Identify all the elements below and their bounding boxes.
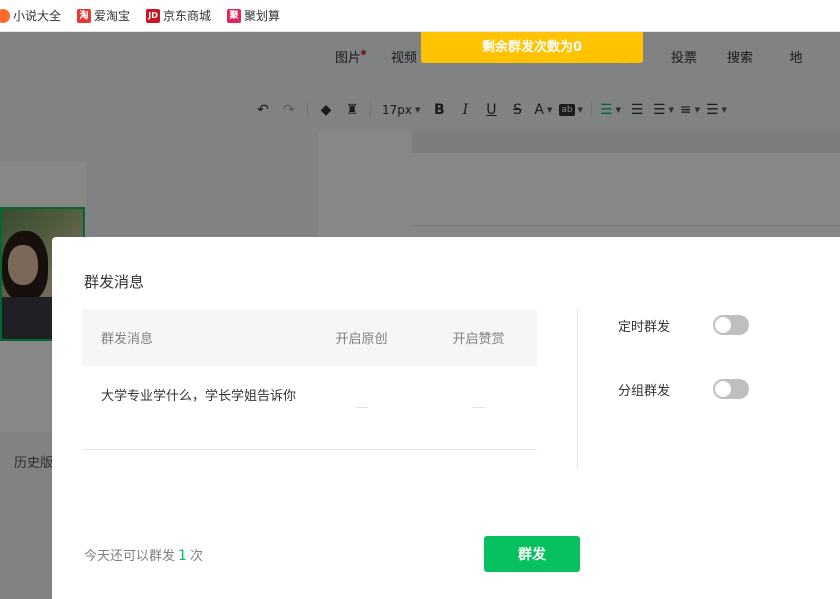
toggle-knob	[715, 317, 731, 333]
option-label: 定时群发	[618, 319, 671, 335]
footer-prefix: 今天还可以群发	[84, 549, 176, 564]
column-header-message: 群发消息	[101, 332, 154, 347]
bookmark-taobao[interactable]: 淘 爱淘宝	[77, 0, 130, 32]
column-header-reward: 开启赞赏	[452, 332, 505, 347]
message-table: 群发消息 开启原创 开启赞赏 大学专业学什么，学长学姐告诉你	[82, 309, 537, 450]
column-header-original: 开启原创	[335, 332, 388, 347]
juhuasuan-icon: 聚	[227, 8, 242, 23]
novel-icon	[0, 8, 10, 23]
original-cell	[303, 366, 420, 450]
bookmark-novel[interactable]: 小说大全	[0, 0, 61, 32]
option-group-send: 分组群发	[618, 379, 749, 399]
bookmark-jd[interactable]: JD 京东商城	[146, 0, 211, 32]
option-scheduled-send: 定时群发	[618, 315, 749, 335]
option-label: 分组群发	[618, 383, 671, 399]
empty-dash	[355, 407, 368, 408]
remaining-count: 1	[178, 548, 187, 564]
reward-cell	[420, 366, 537, 450]
bookmark-juhuasuan[interactable]: 聚 聚划算	[227, 0, 280, 32]
toggle-knob	[715, 381, 731, 397]
dialog-title: 群发消息	[84, 273, 145, 291]
bookmark-label: 京东商城	[163, 9, 212, 23]
taobao-icon: 淘	[77, 8, 92, 23]
table-header: 群发消息 开启原创 开启赞赏	[82, 309, 537, 366]
bookmarks-bar: 小说大全 淘 爱淘宝 JD 京东商城 聚 聚划算	[0, 0, 840, 32]
remaining-sends-toast: 剩余群发次数为0	[421, 32, 643, 63]
mass-send-dialog: 群发消息 群发消息 开启原创 开启赞赏 大学专业学什么，学长学姐告诉你 定时群发…	[52, 237, 840, 599]
remaining-count-text: 今天还可以群发 1 次	[84, 545, 203, 564]
bookmark-label: 小说大全	[13, 9, 62, 23]
group-send-toggle[interactable]	[713, 379, 749, 399]
scheduled-send-toggle[interactable]	[713, 315, 749, 335]
empty-dash	[472, 407, 485, 408]
jd-icon: JD	[146, 8, 161, 23]
bookmark-label: 爱淘宝	[94, 9, 131, 23]
footer-suffix: 次	[189, 549, 203, 564]
message-title-cell: 大学专业学什么，学长学姐告诉你	[82, 366, 303, 450]
dialog-vertical-divider	[577, 309, 578, 469]
table-row: 大学专业学什么，学长学姐告诉你	[82, 366, 537, 450]
bookmark-label: 聚划算	[244, 9, 281, 23]
mass-send-button[interactable]: 群发	[484, 536, 580, 572]
